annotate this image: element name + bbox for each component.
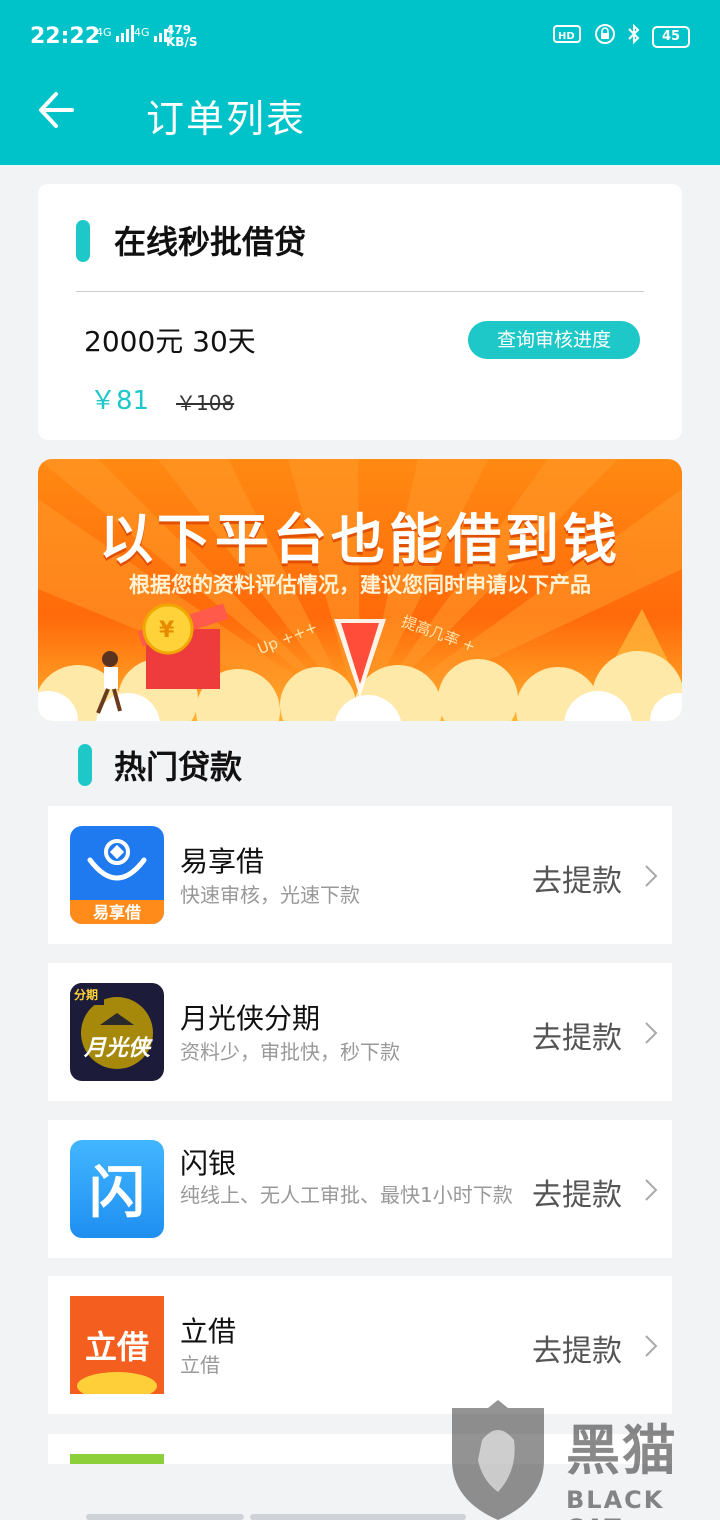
shanyin-logo-text: 闪 [89, 1161, 145, 1226]
loan-name: 月光侠分期 [180, 1002, 321, 1035]
withdraw-button[interactable]: 去提款 [532, 1326, 622, 1370]
watermark-cn: 黑猫 [566, 1419, 678, 1482]
network-speed: 479 KB/S [166, 24, 197, 48]
speed-unit: KB/S [166, 35, 198, 49]
order-amount-term: 2000元 30天 [84, 325, 256, 358]
signal-1-icon: 4G [96, 24, 137, 42]
signal-1-label: 4G [96, 26, 112, 39]
shanyin-logo: 闪 [70, 1140, 164, 1238]
withdraw-button[interactable]: 去提款 [532, 1170, 622, 1214]
signal-2-label: 4G [134, 26, 150, 39]
chevron-right-icon [645, 1179, 658, 1201]
yixiangjie-logo-text: 易享借 [93, 903, 141, 922]
status-right: HD 45 [552, 22, 690, 51]
lijie-logo-text: 立借 [85, 1328, 149, 1366]
yueguangxia-logo-badge: 分期 [74, 987, 98, 1002]
back-arrow-icon[interactable] [36, 90, 76, 130]
hot-loans-title: 热门贷款 [114, 748, 243, 786]
lock-rotation-icon [594, 23, 616, 50]
loan-desc: 快速审核，光速下款 [180, 883, 360, 907]
withdraw-button[interactable]: 去提款 [532, 1013, 622, 1057]
loan-desc: 资料少，审批快，秒下款 [180, 1040, 400, 1064]
loan-item-yueguangxia[interactable]: 月光侠 分期 月光侠分期 资料少，审批快，秒下款 去提款 [48, 963, 672, 1101]
loan-item-shanyin[interactable]: 闪 闪银 纯线上、无人工审批、最快1小时下款 去提款 [48, 1120, 672, 1258]
loan-name: 闪银 [180, 1147, 237, 1180]
loan-name: 易享借 [180, 845, 265, 878]
order-title: 在线秒批借贷 [114, 223, 307, 261]
yixiangjie-logo: 易享借 [70, 826, 164, 924]
withdraw-button[interactable]: 去提款 [532, 856, 622, 900]
chevron-right-icon [645, 1022, 658, 1044]
price-current: ￥81 [90, 386, 150, 416]
yueguangxia-logo: 月光侠 分期 [70, 983, 164, 1081]
loan-item-lijie[interactable]: 立借 立借 立借 去提款 [48, 1276, 672, 1414]
lijie-logo: 立借 [70, 1296, 164, 1394]
banner-subline: 根据您的资料评估情况，建议您同时申请以下产品 [129, 573, 591, 597]
query-review-progress-button[interactable]: 查询审核进度 [468, 321, 640, 359]
section-accent-bar [76, 220, 90, 262]
order-card: 在线秒批借贷 2000元 30天 查询审核进度 ￥81 ￥108 [38, 184, 682, 440]
loan-desc: 立借 [180, 1353, 220, 1377]
app-header: 22:22 4G 4G 479 KB/S HD 45 订单列表 [0, 0, 720, 165]
page-title: 订单列表 [146, 97, 307, 141]
section-accent-bar [78, 744, 92, 786]
loan-desc: 纯线上、无人工审批、最快1小时下款 [180, 1183, 513, 1207]
banner-headline: 以下平台也能借到钱 [99, 508, 621, 571]
chevron-right-icon [645, 1335, 658, 1357]
chevron-right-icon [645, 865, 658, 887]
svg-text:HD: HD [558, 31, 575, 42]
status-bar: 22:22 4G 4G 479 KB/S HD 45 [0, 0, 720, 72]
loan-name: 立借 [180, 1315, 237, 1348]
bluetooth-icon [626, 23, 642, 50]
battery-icon: 45 [652, 25, 690, 48]
watermark-en: BLACK CAT [566, 1486, 665, 1520]
status-time: 22:22 [30, 24, 101, 49]
nav-handle [250, 1514, 466, 1520]
partial-logo [70, 1454, 164, 1464]
loan-item-yixiangjie[interactable]: 易享借 易享借 快速审核，光速下款 去提款 [48, 806, 672, 944]
svg-text:¥: ¥ [159, 618, 175, 643]
hd-call-icon: HD [552, 22, 584, 51]
yueguangxia-logo-text: 月光侠 [83, 1036, 153, 1061]
price-original: ￥108 [176, 391, 235, 415]
promo-banner[interactable]: ¥ 以下平台也能借到钱 根据您的资料评估情况，建议您同时申请以下产品 Up ++… [38, 459, 682, 721]
nav-handle [86, 1514, 244, 1520]
divider [76, 291, 644, 292]
